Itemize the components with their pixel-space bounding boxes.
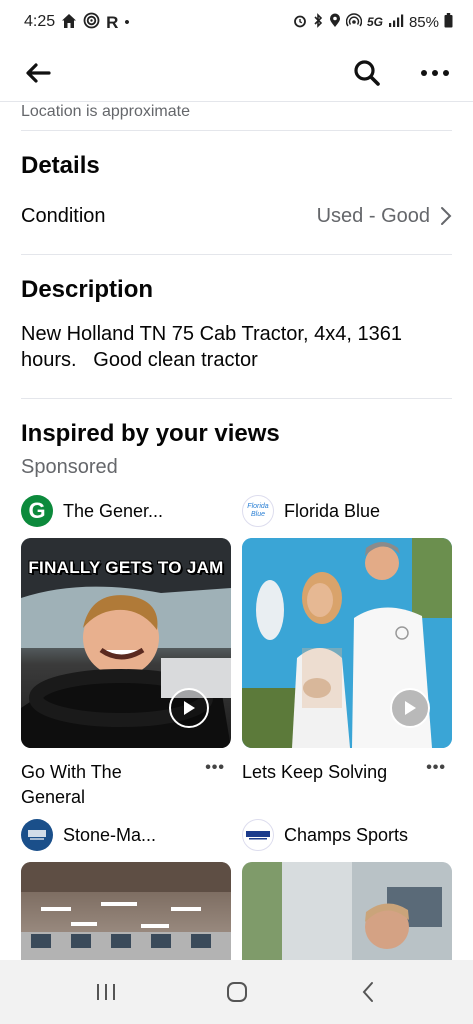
champs-mark bbox=[246, 831, 270, 840]
details-title: Details bbox=[21, 152, 100, 179]
ad-video-general[interactable]: FINALLY GETS TO JAM bbox=[21, 538, 231, 748]
ad-video-florida-blue[interactable] bbox=[242, 538, 452, 748]
inspired-title: Inspired by your views bbox=[21, 420, 280, 447]
condition-label: Condition bbox=[21, 204, 106, 227]
dot-icon: • bbox=[124, 13, 130, 31]
recents-button[interactable] bbox=[76, 970, 136, 1014]
play-icon bbox=[405, 701, 416, 715]
advertiser-champs-sports[interactable]: Champs Sports bbox=[242, 819, 452, 851]
general-logo: G bbox=[21, 495, 53, 527]
ad-more-button[interactable]: ••• bbox=[420, 760, 452, 776]
search-button[interactable] bbox=[349, 55, 385, 91]
hotspot-icon bbox=[345, 13, 363, 31]
home-nav-icon bbox=[226, 982, 247, 1002]
status-right: 5G 85% bbox=[293, 13, 453, 31]
chevron-right-icon bbox=[441, 207, 452, 225]
ad-more-button[interactable]: ••• bbox=[199, 760, 231, 776]
ad-scene-storefront bbox=[242, 862, 452, 960]
ad-meta: Lets Keep Solving ••• bbox=[242, 760, 452, 785]
play-icon bbox=[184, 701, 195, 715]
status-bar: 4:25 R • 5G 85% bbox=[0, 0, 473, 44]
r-app-icon: R bbox=[106, 12, 119, 32]
condition-row[interactable]: Condition Used - Good bbox=[21, 202, 452, 230]
back-nav-icon bbox=[362, 982, 373, 1002]
ad-image-champs-sports[interactable] bbox=[242, 862, 452, 960]
ad-card-general: G The Gener... FINALLY GETS TO JAM Go Wi… bbox=[21, 495, 231, 810]
wifi-target-icon bbox=[83, 12, 100, 32]
recents-icon bbox=[96, 984, 115, 1000]
status-time: 4:25 bbox=[24, 13, 56, 30]
ad-title[interactable]: Go With The General bbox=[21, 760, 186, 810]
ad-title[interactable]: Lets Keep Solving bbox=[242, 760, 407, 785]
advertiser-general[interactable]: G The Gener... bbox=[21, 495, 231, 527]
condition-value: Used - Good bbox=[316, 204, 430, 227]
back-arrow-icon bbox=[26, 62, 51, 83]
top-bar bbox=[0, 44, 473, 102]
play-button[interactable] bbox=[390, 688, 430, 728]
top-actions bbox=[349, 55, 453, 91]
search-icon bbox=[354, 59, 380, 86]
sponsored-label: Sponsored bbox=[21, 456, 118, 478]
ad-image-stone-ma[interactable] bbox=[21, 862, 231, 960]
divider bbox=[21, 398, 452, 399]
description-title: Description bbox=[21, 276, 154, 303]
back-button[interactable] bbox=[20, 55, 56, 91]
back-nav-button[interactable] bbox=[338, 970, 398, 1014]
stone-ma-mark bbox=[28, 830, 46, 840]
divider bbox=[21, 130, 452, 131]
network-type: 5G bbox=[366, 15, 383, 29]
status-left: 4:25 R • bbox=[24, 12, 130, 32]
advertiser-florida-blue[interactable]: Florida Blue Florida Blue bbox=[242, 495, 452, 527]
ad-card-champs-sports: Champs Sports bbox=[242, 819, 452, 960]
signal-icon bbox=[388, 14, 404, 30]
condition-value-wrap: Used - Good bbox=[317, 205, 452, 228]
divider bbox=[21, 254, 452, 255]
florida-blue-logo: Florida Blue bbox=[242, 495, 274, 527]
location-icon bbox=[329, 13, 341, 31]
system-nav-bar bbox=[0, 960, 473, 1024]
home-button[interactable] bbox=[207, 970, 267, 1014]
location-note: Location is approximate bbox=[21, 103, 190, 120]
ad-card-stone-ma: Stone-Ma... bbox=[21, 819, 231, 960]
advertiser-name: The Gener... bbox=[63, 500, 164, 521]
ad-scene-office bbox=[21, 862, 231, 960]
ad-caption: FINALLY GETS TO JAM bbox=[28, 558, 224, 577]
alarm-icon bbox=[293, 14, 307, 31]
advertiser-name: Stone-Ma... bbox=[63, 824, 157, 845]
listing-content[interactable]: Location is approximate Details Conditio… bbox=[0, 102, 473, 960]
advertiser-stone-ma[interactable]: Stone-Ma... bbox=[21, 819, 231, 851]
advertiser-name: Florida Blue bbox=[284, 500, 381, 521]
champs-sports-logo bbox=[242, 819, 274, 851]
more-button[interactable] bbox=[417, 55, 453, 91]
ad-card-florida-blue: Florida Blue Florida Blue Lets Keep Solv… bbox=[242, 495, 452, 785]
ad-meta: Go With The General ••• bbox=[21, 760, 231, 810]
stone-ma-logo bbox=[21, 819, 53, 851]
bluetooth-icon bbox=[312, 13, 324, 31]
battery-percent: 85% bbox=[408, 13, 439, 31]
battery-icon bbox=[444, 13, 453, 31]
advertiser-name: Champs Sports bbox=[284, 824, 409, 845]
more-icon bbox=[421, 69, 449, 76]
description-text: New Holland TN 75 Cab Tractor, 4x4, 1361… bbox=[21, 323, 408, 371]
home-icon bbox=[61, 13, 77, 32]
play-button[interactable] bbox=[169, 688, 209, 728]
